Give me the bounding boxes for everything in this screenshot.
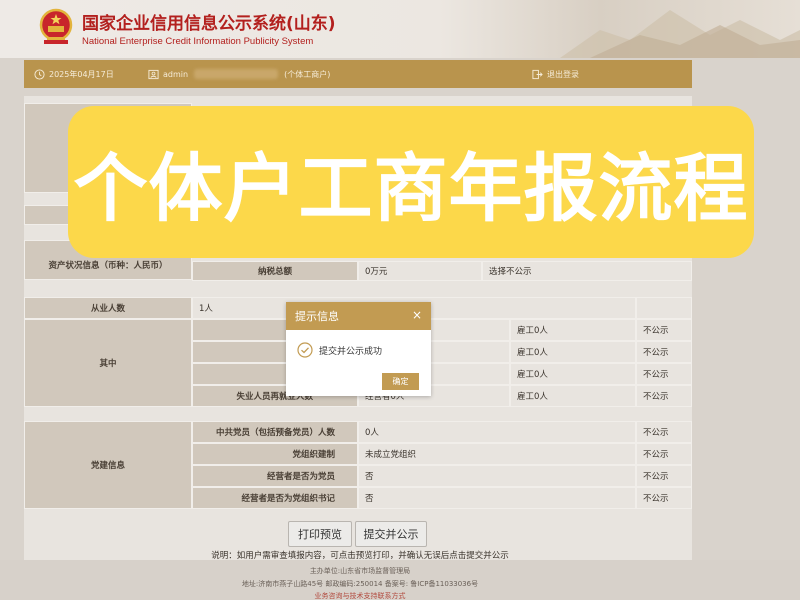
dialog-body: 提交并公示成功 (297, 342, 382, 358)
party-row-public: 不公示 (636, 465, 692, 487)
user-info: admin (个体工商户) (148, 60, 330, 88)
national-emblem-icon (39, 8, 73, 44)
title-banner: 个体户工商年报流程 (68, 106, 754, 258)
redacted-name (194, 69, 279, 79)
banner-text: 个体户工商年报流程 (73, 145, 749, 232)
employee-row-public: 不公示 (636, 319, 692, 341)
check-circle-icon (297, 342, 313, 358)
dialog-header: 提示信息 × (286, 302, 431, 330)
party-row-value: 否 (358, 487, 636, 509)
close-icon[interactable]: × (412, 308, 422, 322)
employee-row-value: 雇工0人 (510, 341, 636, 363)
party-row-label: 经营者是否为党员 (192, 465, 358, 487)
employee-row-public: 不公示 (636, 385, 692, 407)
submit-publish-button[interactable]: 提交并公示 (355, 521, 427, 547)
employees-label: 从业人数 (24, 297, 192, 319)
print-preview-button[interactable]: 打印预览 (288, 521, 352, 547)
party-row-public: 不公示 (636, 421, 692, 443)
employee-row-value: 雇工0人 (510, 385, 636, 407)
party-section-label: 党建信息 (24, 421, 192, 509)
party-row-label: 中共党员（包括预备党员）人数 (192, 421, 358, 443)
user-card-icon (148, 69, 159, 79)
employee-row-public: 不公示 (636, 341, 692, 363)
employee-row-value: 雇工0人 (510, 363, 636, 385)
party-row-value: 未成立党组织 (358, 443, 636, 465)
tax-value: 0万元 (358, 261, 482, 281)
footer-sponsor: 主办单位:山东省市场监督管理局 (309, 567, 411, 575)
dialog-ok-button[interactable]: 确定 (382, 373, 419, 390)
logout-label: 退出登录 (547, 69, 579, 79)
party-row-public: 不公示 (636, 443, 692, 465)
user-name: admin (163, 69, 189, 79)
site-subtitle: National Enterprise Credit Information P… (82, 36, 314, 47)
site-footer: 主办单位:山东省市场监督管理局 地址:济南市燕子山路45号 邮政编码:25001… (0, 560, 800, 600)
employee-row-public: 不公示 (636, 363, 692, 385)
info-dialog: 提示信息 × 提交并公示成功 确定 (286, 302, 431, 396)
clock-icon (34, 68, 45, 80)
party-row-label: 党组织建制 (192, 443, 358, 465)
site-title: 国家企业信用信息公示系统(山东) (82, 14, 336, 34)
logout-icon (532, 69, 543, 79)
footer-address: 地址:济南市燕子山路45号 邮政编码:250014 备案号: 鲁ICP备1103… (241, 580, 479, 588)
employees-group-label: 其中 (24, 319, 192, 407)
party-row-value: 否 (358, 465, 636, 487)
tax-label: 纳税总额 (192, 261, 358, 281)
party-row-public: 不公示 (636, 487, 692, 509)
party-row-value: 0人 (358, 421, 636, 443)
user-toolbar: 2025年04月17日 admin (个体工商户) 退出登录 (24, 60, 692, 88)
employee-row-value: 雇工0人 (510, 319, 636, 341)
party-row-label: 经营者是否为党组织书记 (192, 487, 358, 509)
footer-support-link[interactable]: 业务咨询与技术支持联系方式 (0, 591, 720, 600)
date-display: 2025年04月17日 (34, 60, 114, 88)
dialog-title: 提示信息 (295, 310, 339, 323)
logout-link[interactable]: 退出登录 (532, 60, 579, 88)
site-header: 国家企业信用信息公示系统(山东) National Enterprise Cre… (0, 0, 800, 58)
dialog-message: 提交并公示成功 (319, 346, 383, 357)
tax-public: 选择不公示 (482, 261, 692, 281)
date-text: 2025年04月17日 (49, 69, 114, 79)
employees-public (636, 297, 692, 319)
user-type: (个体工商户) (284, 69, 331, 79)
mountain-decoration (560, 10, 800, 58)
